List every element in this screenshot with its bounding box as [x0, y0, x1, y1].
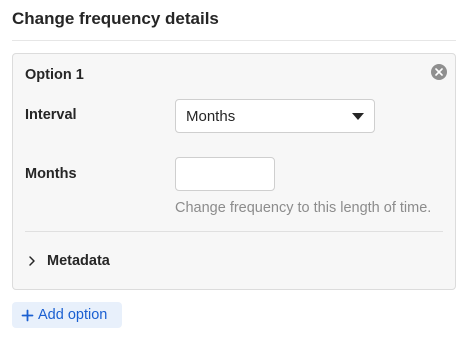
- option-card: Option 1 Interval Months Months Change f…: [12, 53, 456, 290]
- remove-option-button[interactable]: [431, 64, 447, 80]
- caret-down-icon: [352, 112, 364, 120]
- plus-icon: [21, 309, 34, 321]
- months-input[interactable]: [175, 157, 275, 191]
- metadata-label: Metadata: [47, 253, 110, 269]
- divider: [12, 40, 456, 41]
- metadata-toggle[interactable]: Metadata: [25, 251, 110, 271]
- close-circle-icon: [435, 68, 443, 76]
- interval-select-value: Months: [186, 107, 236, 125]
- section-title: Change frequency details: [12, 9, 219, 28]
- option-title: Option 1: [25, 67, 84, 83]
- interval-select[interactable]: Months: [175, 99, 375, 133]
- divider: [25, 231, 443, 232]
- add-option-label: Add option: [38, 307, 108, 323]
- chevron-right-icon: [29, 256, 35, 266]
- add-option-button[interactable]: Add option: [12, 302, 122, 328]
- change-frequency-panel: Change frequency details Option 1 Interv…: [0, 0, 468, 339]
- interval-label: Interval: [25, 107, 77, 123]
- months-label: Months: [25, 166, 77, 182]
- months-hint: Change frequency to this length of time.: [175, 200, 432, 216]
